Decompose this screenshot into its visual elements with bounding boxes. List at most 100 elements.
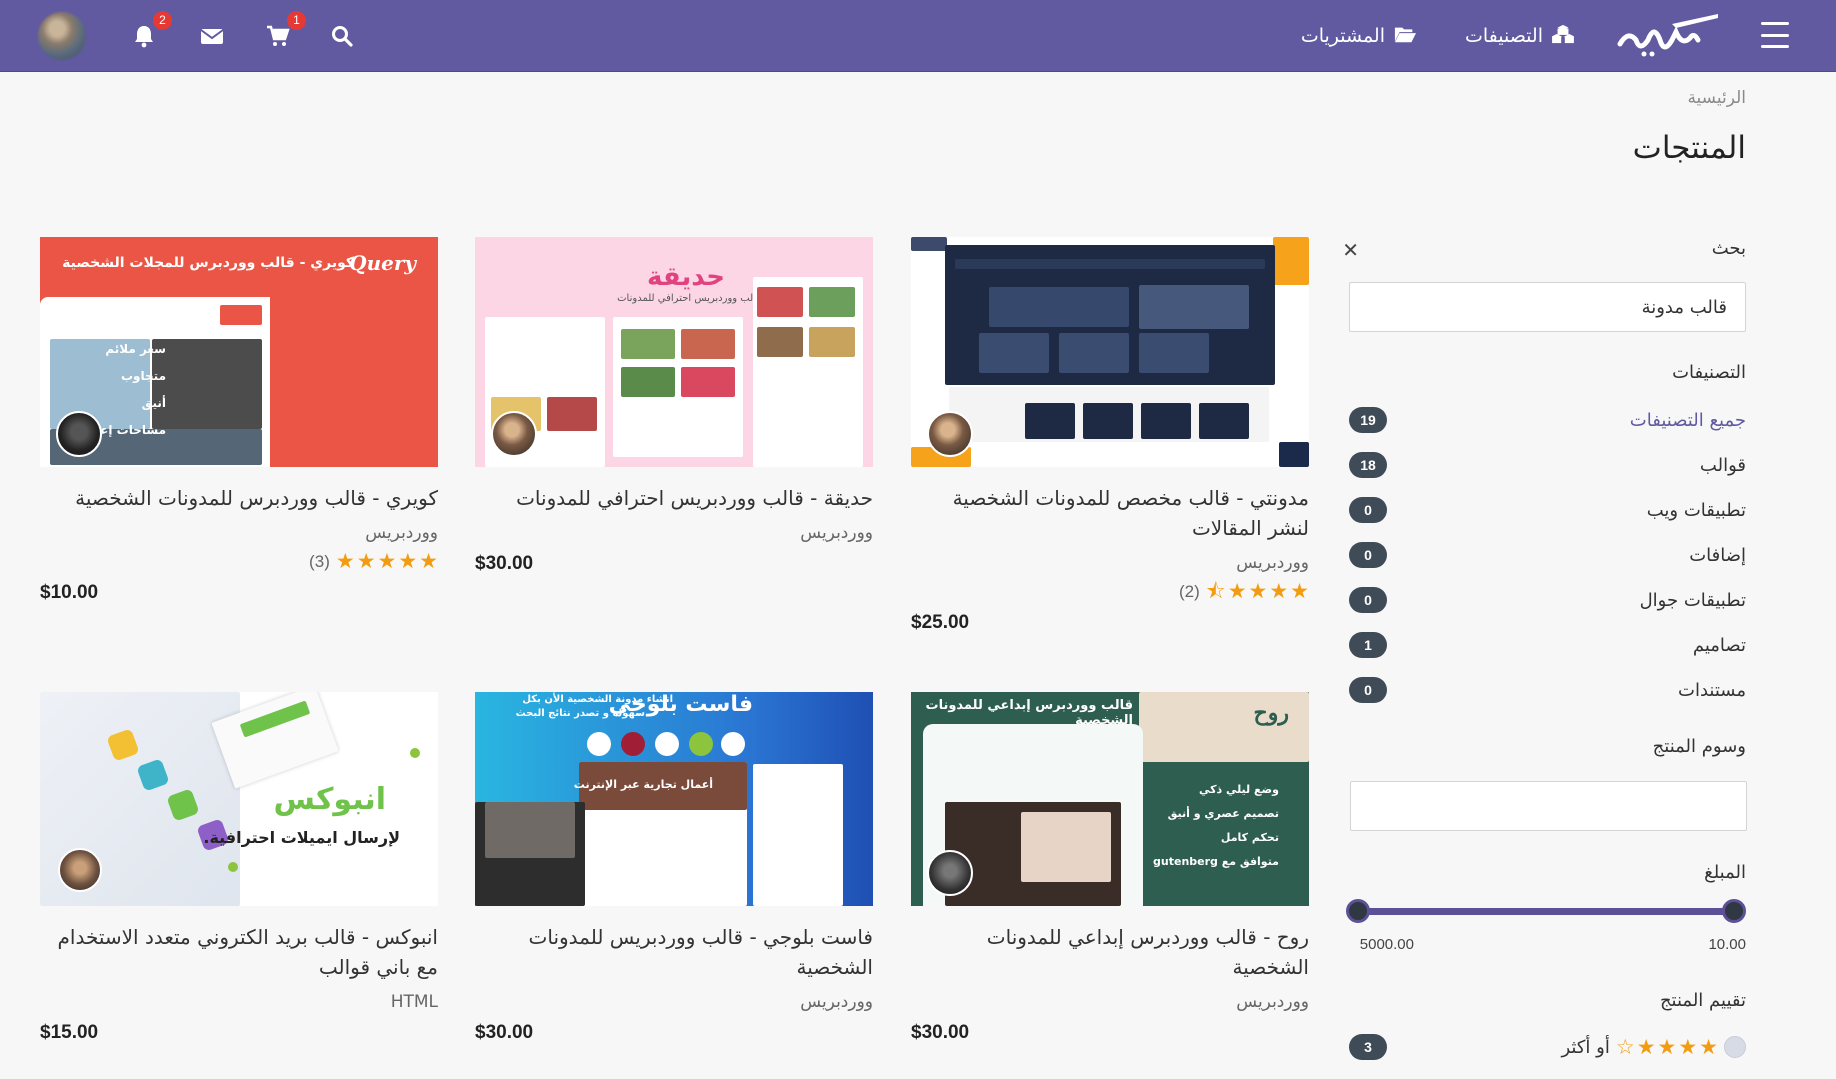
product-price: $30.00 <box>911 1022 970 1043</box>
star-icon: ★ <box>1248 579 1268 603</box>
product-category[interactable]: ووردبريس <box>40 523 438 543</box>
product-category[interactable]: HTML <box>40 992 438 1012</box>
category-count-badge: 1 <box>1349 632 1387 658</box>
product-title[interactable]: انبوكس - قالب بريد الكتروني متعدد الاستخ… <box>40 922 439 982</box>
seller-avatar[interactable] <box>56 411 102 457</box>
product-category[interactable]: ووردبريس <box>475 992 873 1012</box>
seller-avatar[interactable] <box>927 850 973 896</box>
search-icon[interactable] <box>326 20 358 52</box>
rating-radio[interactable] <box>1724 1036 1746 1058</box>
nav-purchases-label: المشتريات <box>1300 25 1385 47</box>
product-category[interactable]: ووردبريس <box>911 553 1309 573</box>
breadcrumb-home[interactable]: الرئيسية <box>1687 88 1746 108</box>
product-thumbnail[interactable]: Query كويري - قالب ووردبرس للمجلات الشخص… <box>40 237 438 467</box>
product-title[interactable]: روح - قالب ووردبرس إبداعي للمدونات الشخص… <box>911 922 1309 982</box>
product-title[interactable]: فاست بلوجي - قالب ووردبريس للمدونات الشخ… <box>475 922 873 982</box>
review-count: (2) <box>1178 581 1200 601</box>
thumb-heading: حديقة <box>647 262 725 292</box>
star-icon: ★ <box>1290 579 1309 603</box>
rating-stars: ★ ★ ★ ★ ☆ <box>1615 1034 1718 1059</box>
product-title[interactable]: حديقة - قالب ووردبريس احترافي للمدونات <box>475 483 873 513</box>
category-templates[interactable]: قوالب 18 <box>1349 450 1746 480</box>
site-logo[interactable] <box>1614 10 1724 60</box>
product-card[interactable]: حديقة قالب ووردبريس احترافي للمدونات حدي… <box>475 237 873 575</box>
seller-avatar[interactable] <box>58 848 102 892</box>
product-price: $25.00 <box>911 612 970 633</box>
product-rating: ★ ★ ★ ★ ⯪ (2) <box>911 581 1309 602</box>
category-label: تطبيقات ويب <box>1646 499 1746 521</box>
search-label: بحث <box>1711 238 1746 259</box>
rating-filter-option[interactable]: ★ ★ ★ ★ ☆ أو أكثر 3 <box>1349 1032 1746 1062</box>
star-icon: ★ <box>335 549 355 573</box>
star-icon: ★ <box>1657 1034 1677 1059</box>
thumb-banner: أعمال تجارية عبر الإنترنت <box>573 778 713 791</box>
product-rating: ★ ★ ★ ★ ★ (3) <box>40 551 438 572</box>
mail-icon[interactable] <box>196 20 228 52</box>
category-all[interactable]: جميع التصنيفات 19 <box>1349 405 1746 435</box>
category-count-badge: 19 <box>1349 407 1387 433</box>
product-card[interactable]: Query كويري - قالب ووردبرس للمجلات الشخص… <box>40 237 438 604</box>
product-category[interactable]: ووردبريس <box>911 992 1309 1012</box>
category-label: قوالب <box>1699 454 1746 476</box>
price-max-value: 5000.00 <box>1359 936 1414 953</box>
star-icon: ★ <box>398 549 418 573</box>
page-title: المنتجات <box>1632 130 1746 166</box>
cubes-icon <box>1551 24 1575 49</box>
product-title[interactable]: كويري - قالب ووردبرس للمدونات الشخصية <box>40 483 438 513</box>
thumb-heading: كويري - قالب ووردبرس للمجلات الشخصية <box>62 255 354 271</box>
product-thumbnail[interactable]: فاست بلوجي انشاء مدونة الشخصية الأن بكل … <box>475 692 873 906</box>
thumb-subheading: لإرسال ايميلات احترافية. <box>203 828 400 847</box>
product-thumbnail[interactable]: انبوكس لإرسال ايميلات احترافية. <box>40 692 438 906</box>
price-min-value: 10.00 <box>1708 936 1746 953</box>
category-label: مستندات <box>1678 679 1746 701</box>
rating-count-badge: 3 <box>1349 1034 1387 1060</box>
product-thumbnail[interactable]: روح قالب ووردبرس إبداعي للمدونات الشخصية… <box>911 692 1309 906</box>
tags-input[interactable] <box>1350 781 1747 831</box>
clear-search-icon[interactable]: ✕ <box>1342 238 1359 262</box>
category-count-badge: 0 <box>1349 542 1387 568</box>
price-slider-max-handle[interactable] <box>1346 899 1370 923</box>
thumb-features: وضع ليلي ذكي تصميم عصري و أنيق تحكم كامل… <box>1153 783 1279 868</box>
thumb-subheading: قالب ووردبريس احترافي للمدونات <box>617 293 761 304</box>
product-card[interactable]: روح قالب ووردبرس إبداعي للمدونات الشخصية… <box>911 692 1309 1044</box>
star-icon: ★ <box>1678 1034 1698 1059</box>
product-card[interactable]: مدونتي - قالب مخصص للمدونات الشخصية لنشر… <box>911 237 1309 634</box>
product-thumbnail[interactable]: حديقة قالب ووردبريس احترافي للمدونات <box>475 237 873 467</box>
product-price: $15.00 <box>40 1022 99 1043</box>
product-title[interactable]: مدونتي - قالب مخصص للمدونات الشخصية لنشر… <box>911 483 1309 543</box>
bell-icon[interactable]: 2 <box>128 11 172 52</box>
product-price: $30.00 <box>475 1022 534 1043</box>
category-plugins[interactable]: إضافات 0 <box>1349 540 1746 570</box>
notifications-count-badge: 2 <box>153 11 172 30</box>
star-empty-icon: ☆ <box>1615 1034 1635 1059</box>
seller-avatar[interactable] <box>927 411 973 457</box>
price-slider-track[interactable] <box>1358 908 1738 915</box>
product-card[interactable]: انبوكس لإرسال ايميلات احترافية. انبوكس -… <box>40 692 438 1044</box>
category-web-apps[interactable]: تطبيقات ويب 0 <box>1349 495 1746 525</box>
category-documents[interactable]: مستندات 0 <box>1349 675 1746 705</box>
star-icon: ★ <box>419 549 438 573</box>
category-count-badge: 0 <box>1349 497 1387 523</box>
category-label: إضافات <box>1689 544 1746 566</box>
cart-icon[interactable]: 1 <box>262 11 306 52</box>
product-card[interactable]: فاست بلوجي انشاء مدونة الشخصية الأن بكل … <box>475 692 873 1044</box>
product-category[interactable]: ووردبريس <box>475 523 873 543</box>
price-slider-min-handle[interactable] <box>1722 899 1746 923</box>
star-icon: ★ <box>356 549 376 573</box>
category-mobile-apps[interactable]: تطبيقات جوال 0 <box>1349 585 1746 615</box>
seller-avatar[interactable] <box>491 411 537 457</box>
nav-categories-link[interactable]: التصنيفات <box>1464 22 1575 50</box>
category-designs[interactable]: تصاميم 1 <box>1349 630 1746 660</box>
star-half-icon: ⯪ <box>1205 579 1226 603</box>
thumb-subheading-2: سهولة و تصدر نتائج البحث <box>515 708 645 719</box>
category-count-badge: 0 <box>1349 677 1387 703</box>
search-input[interactable] <box>1349 282 1746 332</box>
nav-purchases-link[interactable]: المشتريات <box>1301 22 1416 50</box>
product-thumbnail[interactable] <box>911 237 1309 467</box>
user-avatar[interactable] <box>38 12 86 60</box>
rating-label: تقييم المنتج <box>1659 990 1746 1011</box>
category-count-badge: 0 <box>1349 587 1387 613</box>
tags-label: وسوم المنتج <box>1652 736 1746 757</box>
nav-categories-label: التصنيفات <box>1464 25 1543 47</box>
menu-icon[interactable] <box>1760 22 1790 48</box>
